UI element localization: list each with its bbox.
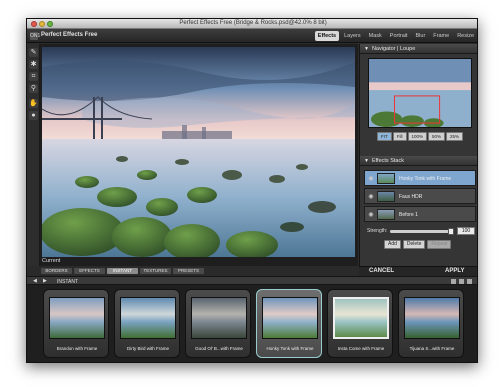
category-tabs: BORDERS EFFECTS INSTANT TEXTURES PRESETS xyxy=(27,266,359,276)
window-title: Perfect Effects Free (Bridge & Rocks.psd… xyxy=(179,20,327,26)
strength-slider-handle[interactable] xyxy=(447,228,454,235)
preset-thumbnail xyxy=(191,297,247,339)
delete-button[interactable]: Delete xyxy=(402,240,426,249)
image-canvas-area[interactable]: Current xyxy=(40,44,358,266)
app-top-bar: ON1 Perfect Effects Free Effects Layers … xyxy=(27,29,477,43)
zoom-fit-button[interactable]: FIT xyxy=(377,132,392,141)
masking-bug-icon[interactable]: ✱ xyxy=(29,60,38,69)
add-button[interactable]: Add xyxy=(384,240,401,249)
tab-layers[interactable]: Layers xyxy=(341,31,364,41)
disclosure-triangle-icon[interactable]: ▼ xyxy=(364,158,369,164)
app-window: Perfect Effects Free (Bridge & Rocks.psd… xyxy=(26,18,478,363)
stack-item-label: Faux HDR xyxy=(399,194,423,200)
detail-view-icon[interactable] xyxy=(467,279,472,284)
right-panel: ▼ Navigator | Loupe FIT Fill 100% 50% 25%… xyxy=(359,44,477,266)
stack-buttons: Add Delete Repeat xyxy=(384,240,452,249)
stack-thumbnail xyxy=(377,191,395,202)
preset-label: Insta Come with Frame xyxy=(337,346,385,351)
crop-icon[interactable]: ⌗ xyxy=(29,72,38,81)
preset-thumbnail xyxy=(333,297,389,339)
app-logo-icon: ON1 xyxy=(30,32,41,40)
tab-borders[interactable]: BORDERS xyxy=(41,268,72,274)
effects-stack-title: Effects Stack xyxy=(371,158,404,164)
tab-textures[interactable]: TEXTURES xyxy=(140,268,171,274)
tab-presets[interactable]: PRESETS xyxy=(173,268,204,274)
stack-item-label: Before 1 xyxy=(399,212,418,218)
preset-thumbnail xyxy=(120,297,176,339)
preset-label: Tijuana S...with Frame xyxy=(409,346,455,351)
stack-item-label: Honky Tonk with Frame xyxy=(399,176,452,182)
zoom-window-button[interactable] xyxy=(47,21,53,27)
view-label: Current xyxy=(42,258,61,264)
cancel-button[interactable]: CANCEL xyxy=(369,268,394,274)
tab-resize[interactable]: Resize xyxy=(454,31,477,41)
strength-slider-fill xyxy=(390,230,451,233)
navigator-header[interactable]: ▼ Navigator | Loupe xyxy=(360,44,477,54)
strength-value-field[interactable]: 100 xyxy=(457,227,475,235)
preset-good-ol[interactable]: Good Ol' B...with Frame xyxy=(185,289,251,358)
zoom-icon[interactable]: ⚲ xyxy=(29,84,38,93)
preset-thumbnail xyxy=(262,297,318,339)
navigator-title: Navigator | Loupe xyxy=(371,46,416,52)
preset-insta-come[interactable]: Insta Come with Frame xyxy=(327,289,393,358)
preset-brandon[interactable]: Brandon with Frame xyxy=(43,289,109,358)
strength-label: Strength: xyxy=(367,228,388,234)
stack-thumbnail xyxy=(377,209,395,220)
disclosure-triangle-icon[interactable]: ▼ xyxy=(364,46,369,52)
preset-label: Honky Tonk with Frame xyxy=(266,346,314,351)
tool-bar: ✎ ✱ ⌗ ⚲ ✋ ● xyxy=(27,44,40,266)
zoom-50-button[interactable]: 50% xyxy=(428,132,446,141)
tab-effects[interactable]: Effects xyxy=(314,31,340,41)
preset-thumbnail xyxy=(49,297,105,339)
effects-stack-header[interactable]: ▼ Effects Stack xyxy=(360,156,477,166)
apply-button[interactable]: APPLY xyxy=(445,268,464,274)
navigator-thumbnail[interactable] xyxy=(368,58,472,128)
title-bar[interactable]: Perfect Effects Free (Bridge & Rocks.psd… xyxy=(27,19,477,29)
preset-filmstrip: Brandon with Frame Dirty Bird with Frame… xyxy=(27,285,477,362)
eye-icon[interactable]: ◉ xyxy=(367,193,375,200)
zoom-buttons: FIT Fill 100% 50% 25% xyxy=(377,132,464,141)
forward-arrow-icon[interactable]: ▶ xyxy=(43,278,47,284)
tab-mask[interactable]: Mask xyxy=(366,31,385,41)
app-name: Perfect Effects Free xyxy=(41,32,98,38)
zoom-fill-button[interactable]: Fill xyxy=(392,132,407,141)
back-arrow-icon[interactable]: ◀ xyxy=(33,278,37,284)
strength-slider[interactable] xyxy=(390,228,454,235)
close-window-button[interactable] xyxy=(31,21,37,27)
eye-icon[interactable]: ◉ xyxy=(367,175,375,182)
tab-effects-category[interactable]: EFFECTS xyxy=(74,268,105,274)
zoom-25-button[interactable]: 25% xyxy=(446,132,464,141)
action-bar: CANCEL APPLY xyxy=(359,266,477,276)
preset-dirty-bird[interactable]: Dirty Bird with Frame xyxy=(114,289,180,358)
preset-label: Brandon with Frame xyxy=(56,346,98,351)
info-icon[interactable]: ● xyxy=(29,111,38,120)
stack-thumbnail xyxy=(377,173,395,184)
tab-blur[interactable]: Blur xyxy=(413,31,429,41)
hand-icon[interactable]: ✋ xyxy=(29,99,38,108)
brush-icon[interactable]: ✎ xyxy=(29,48,38,57)
stack-item-faux-hdr[interactable]: ◉ Faux HDR xyxy=(364,188,476,204)
main-photo[interactable] xyxy=(42,47,355,257)
module-tabs: Effects Layers Mask Portrait Blur Frame … xyxy=(314,31,477,41)
preset-honky-tonk[interactable]: Honky Tonk with Frame xyxy=(256,289,322,358)
stack-item-honky-tonk[interactable]: ◉ Honky Tonk with Frame xyxy=(364,170,476,186)
tab-frame[interactable]: Frame xyxy=(430,31,452,41)
preset-thumbnail xyxy=(404,297,460,339)
repeat-button[interactable]: Repeat xyxy=(427,240,452,249)
preset-tijuana[interactable]: Tijuana S...with Frame xyxy=(398,289,464,358)
grid-view-icon[interactable] xyxy=(451,279,456,284)
tab-portrait[interactable]: Portrait xyxy=(387,31,411,41)
tab-instant[interactable]: INSTANT xyxy=(107,268,138,274)
zoom-100-button[interactable]: 100% xyxy=(407,132,428,141)
preset-label: Good Ol' B...with Frame xyxy=(195,346,243,351)
eye-icon[interactable]: ◉ xyxy=(367,211,375,218)
minimize-window-button[interactable] xyxy=(39,21,45,27)
preset-label: Dirty Bird with Frame xyxy=(126,346,169,351)
browser-path-bar: ◀ ▶ INSTANT xyxy=(27,276,477,285)
list-view-icon[interactable] xyxy=(459,279,464,284)
stack-item-before[interactable]: ◉ Before 1 xyxy=(364,206,476,222)
